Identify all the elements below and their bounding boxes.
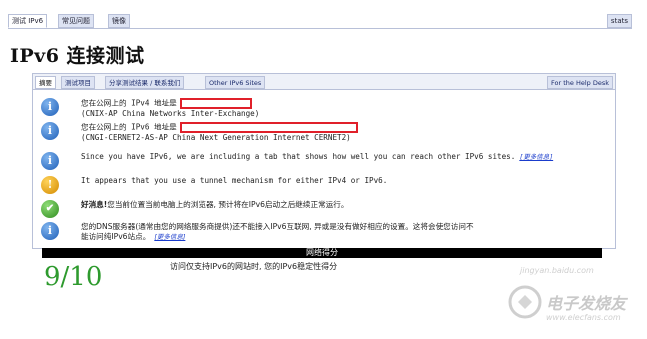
score-note: 访问仅支持IPv6的网站时, 您的IPv6稳定性得分 — [170, 262, 338, 271]
ipv4-address-redaction — [179, 98, 252, 109]
watermark-site: jingyan.baidu.com — [520, 266, 594, 275]
tab-faq[interactable]: 常见问题 — [58, 14, 94, 28]
tab-test-ipv6[interactable]: 测试 IPv6 — [8, 14, 48, 28]
ipv4-address-label: 您在公网上的 IPv4 地址是 — [81, 98, 177, 108]
more-info-link[interactable]: [更多信息] — [154, 233, 185, 241]
ipv6-network-name: (CNGI-CERNET2-AS-AP China Next Generatio… — [81, 133, 351, 142]
watermark-brand: 电子发烧友 — [546, 294, 627, 313]
ipv4-network-name: (CNIX-AP China Networks Inter-Exchange) — [81, 109, 260, 118]
page-title: IPv6 连接测试 — [10, 45, 145, 67]
sub-tab-bar: 摘要 测试项目 分享测试结果 / 联系我们 Other IPv6 Sites F… — [33, 74, 615, 90]
elecfans-logo-icon — [508, 285, 542, 319]
tab-mirrors[interactable]: 镜像 — [108, 14, 130, 28]
tab-other-ipv6-sites[interactable]: Other IPv6 Sites — [205, 76, 266, 89]
top-tab-bar: 测试 IPv6 常见问题 镜像 stats — [8, 14, 632, 28]
tab-stats[interactable]: stats — [606, 14, 632, 28]
tunnel-message: It appears that you use a tunnel mechani… — [81, 176, 388, 185]
info-icon: i — [41, 152, 59, 170]
info-icon: i — [41, 98, 59, 116]
more-info-link[interactable]: [更多信息] — [519, 153, 553, 161]
score-value: 9/10 — [44, 262, 103, 292]
tab-help-desk[interactable]: For the Help Desk — [547, 76, 613, 89]
info-icon: i — [41, 222, 59, 240]
ipv6-address-redaction — [179, 122, 358, 133]
info-icon: i — [41, 122, 59, 140]
ipv6-address-label: 您在公网上的 IPv6 地址是 — [81, 122, 177, 132]
tab-tests-run[interactable]: 测试项目 — [61, 76, 95, 89]
ipv6-tab-message: Since you have IPv6, we are including a … — [81, 152, 516, 161]
good-news-message: 您当前位置当前电脑上的浏览器, 预计将在IPv6启动之后继续正常运行。 — [107, 200, 349, 209]
checkmark-icon: ✔ — [41, 200, 59, 218]
tab-divider — [8, 28, 632, 29]
score-header: 网络得分 — [42, 248, 602, 258]
warning-icon: ! — [41, 176, 59, 194]
tab-share-results[interactable]: 分享测试结果 / 联系我们 — [105, 76, 185, 89]
tab-summary[interactable]: 摘要 — [35, 76, 56, 89]
dns-message: 您的DNS服务器(通常由您的网络服务商提供)还不能接入IPv6互联网, 异或是没… — [81, 222, 474, 231]
watermark-url: www.elecfans.com — [546, 313, 621, 322]
good-news-label: 好消息! — [81, 200, 108, 209]
results-panel: 摘要 测试项目 分享测试结果 / 联系我们 Other IPv6 Sites F… — [32, 73, 616, 249]
dns-message-cont: 能访问纯IPv6站点。 — [81, 232, 151, 241]
